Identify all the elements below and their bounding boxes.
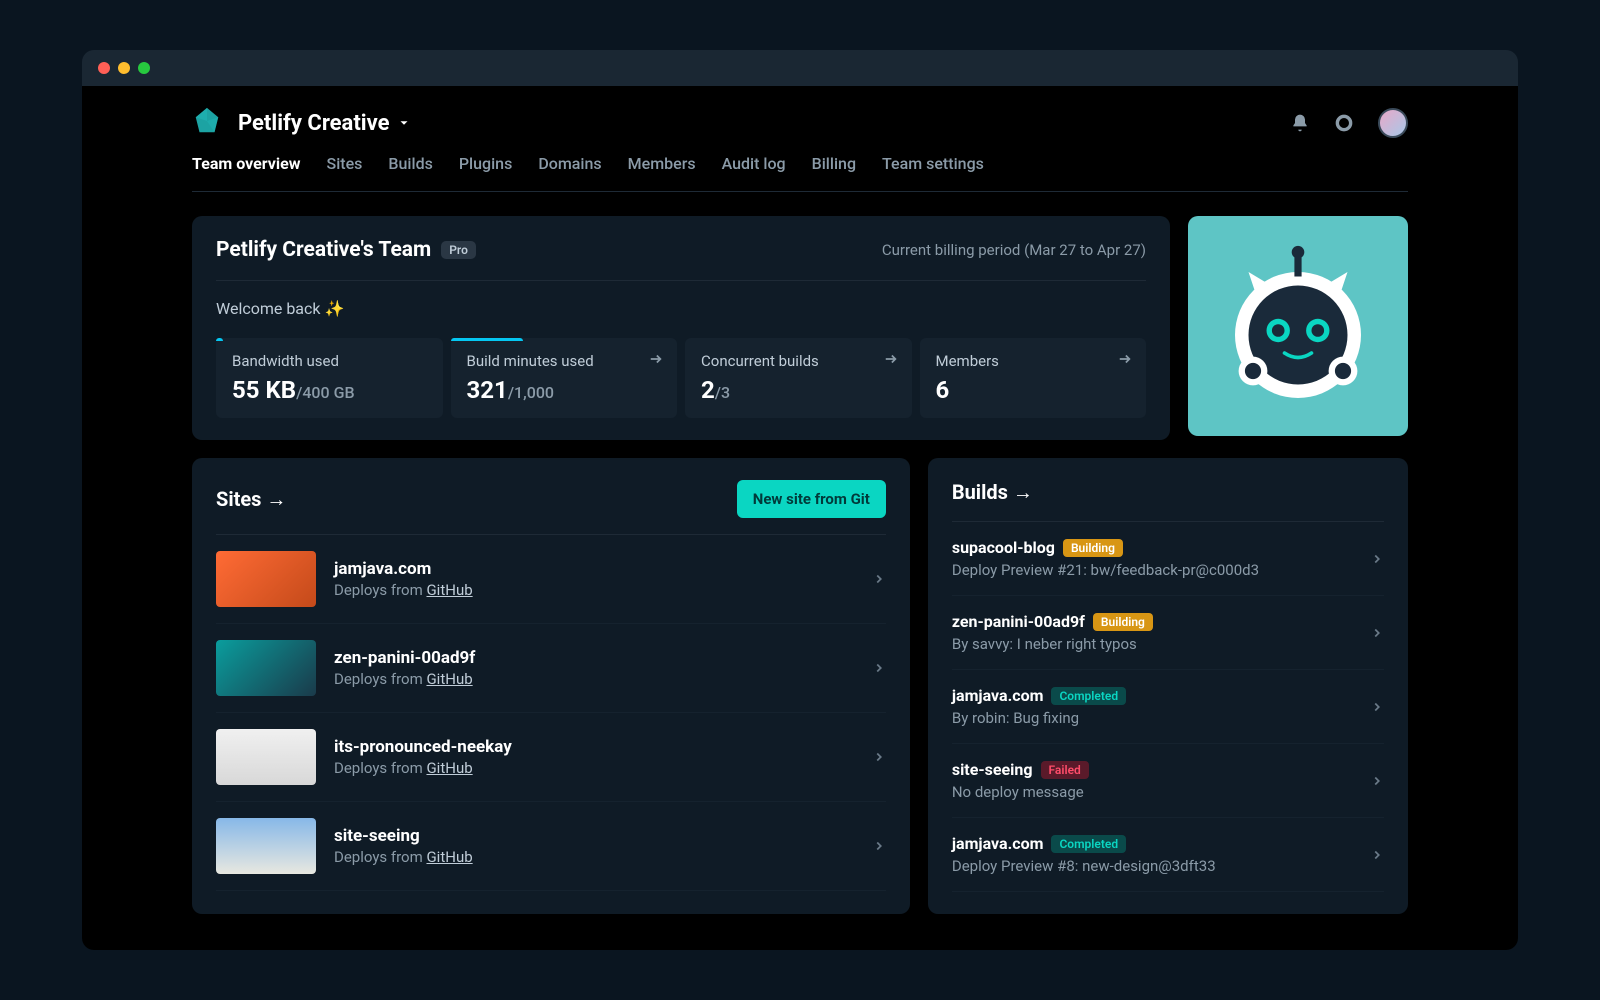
team-name-label: Petlify Creative [238,111,389,136]
stat-label: Members [936,352,1131,370]
stat-label: Build minutes used [467,352,662,370]
site-thumbnail [216,729,316,785]
site-name: site-seeing [334,826,872,846]
nav-sites[interactable]: Sites [327,154,363,173]
build-row[interactable]: jamjava.com Completed Deploy Preview #8: n… [952,818,1384,892]
site-row[interactable]: its-pronounced-neekay Deploys from GitHub [216,713,886,802]
site-deploy-source: Deploys from GitHub [334,759,872,777]
chevron-right-icon [872,572,886,586]
site-row[interactable]: site-seeing Deploys from GitHub [216,802,886,891]
builds-card: Builds → supacool-blog Building Deploy Pre… [928,458,1408,914]
chevron-right-icon [872,750,886,764]
stat-1[interactable]: Build minutes used 321/1,000 [451,338,678,418]
sites-card: Sites → New site from Git jamjava.com Dep… [192,458,910,914]
chevron-right-icon [1370,626,1384,640]
team-dropdown[interactable]: Petlify Creative [238,111,411,136]
build-message: By savvy: I neber right typos [952,635,1370,653]
nav-billing[interactable]: Billing [812,154,856,173]
site-name: zen-panini-00ad9f [334,648,872,668]
chevron-right-icon [872,839,886,853]
user-avatar[interactable] [1378,108,1408,138]
site-thumbnail [216,640,316,696]
nav-audit-log[interactable]: Audit log [722,154,786,173]
stat-value: 2/3 [701,376,896,404]
welcome-message: Welcome back ✨ [216,299,1146,318]
stat-value: 55 KB/400 GB [232,376,427,404]
window-close[interactable] [98,62,110,74]
build-status-badge: Building [1093,613,1153,631]
plan-badge: Pro [441,241,476,259]
build-name: jamjava.com [952,686,1044,705]
nav-members[interactable]: Members [628,154,696,173]
team-overview-card: Petlify Creative's Team Pro Current bill… [192,216,1170,440]
build-status-badge: Failed [1041,761,1089,779]
build-name: supacool-blog [952,538,1055,557]
site-name: jamjava.com [334,559,872,579]
window-maximize[interactable] [138,62,150,74]
chevron-right-icon [1370,552,1384,566]
sites-heading[interactable]: Sites → [216,487,286,512]
team-avatar [1188,216,1408,436]
build-name: jamjava.com [952,834,1044,853]
build-status-badge: Building [1063,539,1123,557]
stat-3[interactable]: Members 6 [920,338,1147,418]
logo-icon[interactable] [192,106,222,140]
build-message: No deploy message [952,783,1370,801]
site-deploy-source: Deploys from GitHub [334,581,872,599]
nav-team-settings[interactable]: Team settings [882,154,984,173]
stat-value: 321/1,000 [467,376,662,404]
chevron-down-icon [397,116,411,130]
build-name: site-seeing [952,760,1033,779]
chevron-right-icon [1370,700,1384,714]
site-row[interactable]: jamjava.com Deploys from GitHub [216,535,886,624]
main-nav: Team overview Sites Builds Plugins Domains Me… [192,154,1408,192]
stat-2[interactable]: Concurrent builds 2/3 [685,338,912,418]
nav-builds[interactable]: Builds [388,154,432,173]
window-minimize[interactable] [118,62,130,74]
billing-period: Current billing period (Mar 27 to Apr 27… [882,241,1146,259]
build-message: By robin: Bug fixing [952,709,1370,727]
build-row[interactable]: site-seeing Failed No deploy message [952,744,1384,818]
chevron-right-icon [1370,848,1384,862]
build-message: Deploy Preview #8: new-design@3dft33 [952,857,1370,875]
team-title: Petlify Creative's Team [216,238,431,262]
site-deploy-source: Deploys from GitHub [334,670,872,688]
circle-icon[interactable] [1334,113,1354,133]
build-row[interactable]: jamjava.com Completed By robin: Bug fixing [952,670,1384,744]
mascot-icon [1208,236,1388,416]
arrow-right-icon [884,352,898,366]
build-row[interactable]: supacool-blog Building Deploy Preview #21:… [952,522,1384,596]
nav-domains[interactable]: Domains [538,154,601,173]
build-row[interactable]: zen-panini-00ad9f Building By savvy: I neb… [952,596,1384,670]
build-status-badge: Completed [1051,835,1126,853]
window-titlebar [82,50,1518,86]
site-thumbnail [216,818,316,874]
site-name: its-pronounced-neekay [334,737,872,757]
nav-team-overview[interactable]: Team overview [192,154,301,173]
site-row[interactable]: zen-panini-00ad9f Deploys from GitHub [216,624,886,713]
stat-label: Bandwidth used [232,352,427,370]
arrow-right-icon [649,352,663,366]
stat-label: Concurrent builds [701,352,896,370]
bell-icon[interactable] [1290,113,1310,133]
site-deploy-source: Deploys from GitHub [334,848,872,866]
builds-heading[interactable]: Builds → [952,480,1033,505]
new-site-button[interactable]: New site from Git [737,480,886,518]
stat-0[interactable]: Bandwidth used 55 KB/400 GB [216,338,443,418]
arrow-right-icon [1118,352,1132,366]
nav-plugins[interactable]: Plugins [459,154,512,173]
chevron-right-icon [872,661,886,675]
build-name: zen-panini-00ad9f [952,612,1085,631]
stat-value: 6 [936,376,1131,404]
chevron-right-icon [1370,774,1384,788]
build-status-badge: Completed [1051,687,1126,705]
build-message: Deploy Preview #21: bw/feedback-pr@c000d… [952,561,1370,579]
site-thumbnail [216,551,316,607]
